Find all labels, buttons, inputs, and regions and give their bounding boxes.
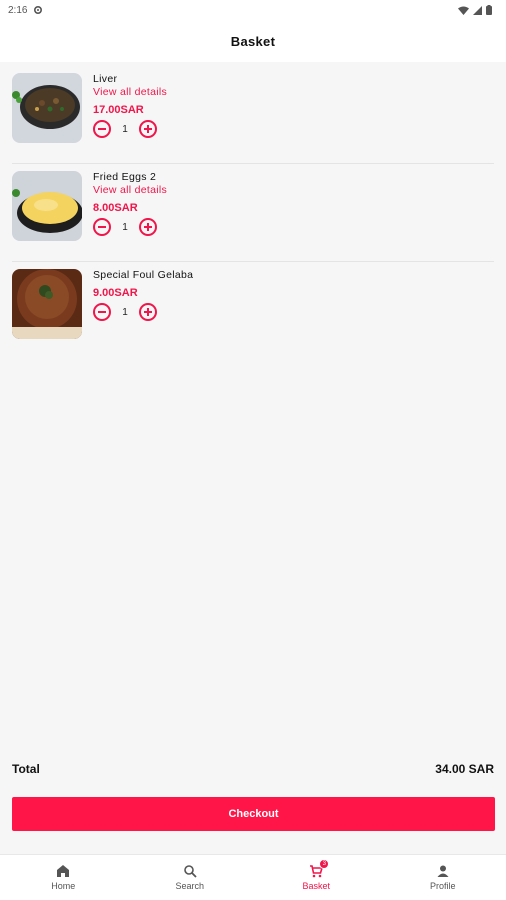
person-icon	[437, 865, 449, 877]
status-bar: 2:16	[0, 0, 506, 20]
quantity-value: 1	[122, 306, 128, 318]
decrease-quantity-button[interactable]	[93, 120, 111, 138]
quantity-stepper: 1	[93, 218, 167, 236]
nav-label: Profile	[429, 881, 456, 891]
cart-icon: 3	[309, 859, 330, 878]
basket-item: Liver View all details 17.00SAR 1	[12, 66, 494, 164]
item-name: Special Foul Gelaba	[93, 269, 194, 281]
decrease-quantity-button[interactable]	[93, 303, 111, 321]
nav-label: Basket	[302, 881, 330, 891]
status-time: 2:16	[8, 4, 28, 16]
item-price: 8.00SAR	[93, 202, 138, 214]
increase-quantity-button[interactable]	[139, 218, 157, 236]
nav-item-search[interactable]: Search	[127, 855, 254, 900]
nav-item-home[interactable]: Home	[0, 855, 127, 900]
decrease-quantity-button[interactable]	[93, 218, 111, 236]
signal-icon	[473, 5, 482, 15]
nav-label: Search	[175, 881, 205, 891]
quantity-value: 1	[122, 221, 128, 233]
status-icons	[458, 5, 492, 15]
item-name: Liver	[93, 73, 118, 85]
item-image	[12, 73, 82, 143]
bottom-nav: Home Search 3 Basket Profile	[0, 854, 506, 900]
view-details-link[interactable]: View all details	[93, 184, 167, 197]
cart-badge: 3	[319, 859, 330, 869]
nav-label: Home	[51, 881, 76, 891]
quantity-value: 1	[122, 123, 128, 135]
quantity-stepper: 1	[93, 120, 167, 138]
home-icon	[57, 865, 70, 877]
item-image	[12, 171, 82, 241]
battery-icon	[486, 5, 492, 15]
basket-item: Special Foul Gelaba 9.00SAR 1	[12, 262, 494, 360]
nav-item-basket[interactable]: 3 Basket	[253, 855, 380, 900]
total-value: 34.00 SAR	[435, 762, 494, 776]
wifi-icon	[458, 6, 469, 15]
search-icon	[183, 865, 197, 878]
settings-icon	[34, 5, 43, 15]
total-label: Total	[12, 762, 40, 776]
app-bar: Basket	[0, 20, 506, 62]
quantity-stepper: 1	[93, 303, 193, 321]
page-title: Basket	[230, 33, 276, 49]
basket-item: Fried Eggs 2 View all details 8.00SAR 1	[12, 164, 494, 262]
item-price: 17.00SAR	[93, 104, 144, 116]
checkout-button[interactable]: Checkout	[12, 797, 495, 831]
increase-quantity-button[interactable]	[139, 120, 157, 138]
item-price: 9.00SAR	[93, 287, 138, 299]
increase-quantity-button[interactable]	[139, 303, 157, 321]
item-name: Fried Eggs 2	[93, 171, 157, 183]
item-image	[12, 269, 82, 339]
basket-list: Liver View all details 17.00SAR 1 Fried …	[0, 66, 506, 360]
total-row: Total 34.00 SAR	[12, 762, 494, 776]
view-details-link[interactable]: View all details	[93, 86, 167, 99]
nav-item-profile[interactable]: Profile	[380, 855, 506, 900]
